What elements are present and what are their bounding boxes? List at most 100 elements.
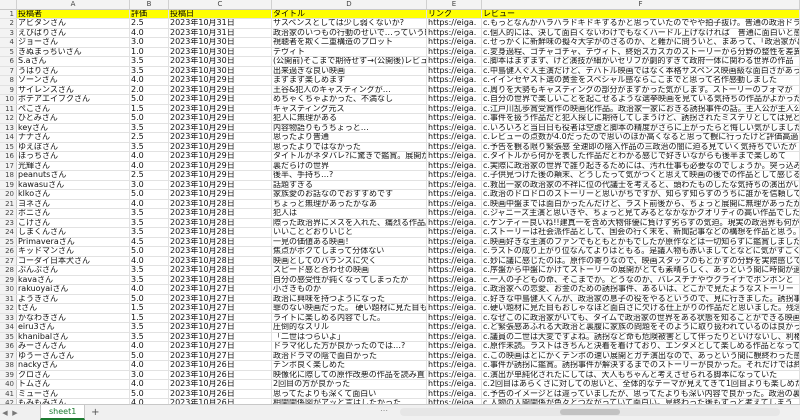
table-cell[interactable]: 思ったより普通 bbox=[271, 132, 427, 143]
table-cell[interactable]: 2023年10月29日 bbox=[168, 94, 272, 105]
table-cell[interactable]: 3.5 bbox=[129, 142, 169, 152]
row-number[interactable]: 14 bbox=[0, 132, 17, 143]
table-cell[interactable]: 2023年10月27日 bbox=[168, 341, 272, 352]
table-cell[interactable]: 3.0 bbox=[129, 370, 169, 380]
table-cell[interactable]: 2023年10月28日 bbox=[168, 199, 272, 209]
table-cell[interactable]: https://eiga. bbox=[426, 379, 482, 390]
table-cell[interactable]: 家族愛のお話なのでおすすめです bbox=[271, 189, 427, 200]
table-cell[interactable]: 2023年10月26日 bbox=[168, 379, 272, 390]
table-cell[interactable]: 政治家のいつもの行動のせいで…っていう映画 bbox=[271, 28, 427, 38]
table-cell[interactable]: c.ジャニーズ主演と思いきや、ちょっと見てみるとなかなかクオリティの高い作品でし… bbox=[481, 208, 800, 219]
row-number[interactable]: 10 bbox=[0, 94, 17, 105]
table-cell[interactable]: https://eiga. bbox=[426, 37, 482, 48]
table-cell[interactable]: c.一人の子どもの命、そこまでか。どうなのか、バレスチナやウクライナでボンボンと bbox=[481, 275, 800, 285]
column-header-c[interactable]: C bbox=[168, 0, 272, 10]
table-cell[interactable]: 2023年10月30日 bbox=[168, 37, 272, 48]
table-cell[interactable]: eiru3さん bbox=[16, 322, 130, 333]
table-cell[interactable]: ドラマ化した方が良かったのでは…? bbox=[271, 341, 427, 352]
table-cell[interactable]: テンポ良く楽しめた bbox=[271, 360, 427, 371]
sheet-tab-sheet1[interactable]: sheet1 bbox=[40, 405, 86, 420]
row-number[interactable]: 8 bbox=[0, 75, 17, 86]
table-cell[interactable]: ジョーさん bbox=[16, 37, 130, 48]
table-cell[interactable]: c.ケンティー良いね!!建真一を含め大物俳優に負けず劣らずの気迫。現実の政治界も… bbox=[481, 218, 800, 228]
table-cell[interactable]: c.変身過程、ゴチャゴチャ、テヴィト、終始スカスカのストーリーから分野の整性を差… bbox=[481, 47, 800, 57]
horizontal-scrollbar[interactable] bbox=[400, 408, 780, 416]
table-cell[interactable]: c.ラストの成り上がり位なんてよりはともる。是議人物も赤いましてとなどに気がすご… bbox=[481, 246, 800, 257]
table-cell[interactable]: 5.0 bbox=[129, 246, 169, 257]
table-cell[interactable]: 2023年10月27日 bbox=[168, 313, 272, 323]
table-cell[interactable]: 3.5 bbox=[129, 123, 169, 133]
column-header-b[interactable]: B bbox=[129, 0, 169, 10]
table-cell[interactable]: klkoさん bbox=[16, 189, 130, 200]
table-cell[interactable]: https://eiga. bbox=[426, 294, 482, 304]
table-cell[interactable]: ちょっと無理があったかなあ bbox=[271, 199, 427, 209]
table-cell[interactable]: 2023年10月29日 bbox=[168, 189, 272, 200]
header-cell[interactable]: 評価 bbox=[129, 9, 169, 19]
table-cell[interactable]: c.好きな中島健人くんが、政治家の息子の役をやるというので、見に行きました。誘拐… bbox=[481, 294, 800, 304]
table-cell[interactable]: サイレンスさん bbox=[16, 85, 130, 95]
row-number[interactable]: 40 bbox=[0, 379, 17, 390]
column-header-a[interactable]: A bbox=[16, 0, 130, 10]
table-cell[interactable]: c.映画好きな主演のファンでもともとかもでしたが原作などは一切知らずに鑑賞しまし… bbox=[481, 237, 800, 247]
row-number[interactable]: 3 bbox=[0, 28, 17, 38]
table-cell[interactable]: ゆえぽさん bbox=[16, 142, 130, 152]
table-cell[interactable]: c.2回目はあらくさに対しての思いと、全体的なテーマが見えてきて1回目よりも楽し… bbox=[481, 379, 800, 390]
row-number[interactable]: 4 bbox=[0, 37, 17, 48]
row-number[interactable]: 41 bbox=[0, 389, 17, 399]
table-cell[interactable]: c.議員の二世は大変ですよね。誘拐など命も危険被害として伴ったりといけないし、利… bbox=[481, 332, 800, 342]
table-cell[interactable]: 4.0 bbox=[129, 199, 169, 209]
add-sheet-icon[interactable]: + bbox=[89, 407, 101, 419]
table-cell[interactable]: 2023年10月30日 bbox=[168, 47, 272, 57]
table-cell[interactable]: 3.5 bbox=[129, 66, 169, 76]
table-cell[interactable]: 4.0 bbox=[129, 379, 169, 390]
table-cell[interactable]: 5.0 bbox=[129, 389, 169, 399]
header-cell[interactable]: 投稿日 bbox=[168, 9, 272, 19]
table-cell[interactable]: https://eiga. bbox=[426, 123, 482, 133]
table-cell[interactable]: ゆうーさんさん bbox=[16, 351, 130, 361]
row-number[interactable]: 13 bbox=[0, 123, 17, 133]
table-cell[interactable]: 4.0 bbox=[129, 151, 169, 162]
table-cell[interactable]: 2023年10月28日 bbox=[168, 218, 272, 228]
next-sheet-icon[interactable]: ▶ bbox=[10, 407, 20, 419]
table-cell[interactable]: 2.5 bbox=[129, 132, 169, 143]
table-cell[interactable]: c.いろいろと当日日も役者は空虚と脚本の精度がさらに上がったらと悔しい気がしまし… bbox=[481, 123, 800, 133]
table-cell[interactable]: c.タイトルから何かを表した作品だとわかる感じで好きいながらも後半まで楽しめて bbox=[481, 151, 800, 162]
table-cell[interactable]: 2023年10月26日 bbox=[168, 360, 272, 371]
row-number[interactable]: 38 bbox=[0, 360, 17, 371]
header-cell[interactable]: タイトル bbox=[271, 9, 427, 19]
table-cell[interactable]: トムさん bbox=[16, 379, 130, 390]
table-cell[interactable]: 2.5 bbox=[129, 170, 169, 181]
header-cell[interactable]: 投稿者 bbox=[16, 9, 130, 19]
table-cell[interactable]: c.この映画はとにかくテンポの速い展開とガチ演出なので、あっという間に観終わった… bbox=[481, 351, 800, 361]
table-cell[interactable]: 2023年10月28日 bbox=[168, 227, 272, 238]
table-cell[interactable]: c.なぜこのに政治家がいても、タイムで政治家の世界をある状態を知ることができる映… bbox=[481, 313, 800, 323]
table-cell[interactable]: ライトに楽しめる内容でした。 bbox=[271, 313, 427, 323]
table-cell[interactable]: 2023年10月28日 bbox=[168, 256, 272, 266]
table-cell[interactable]: タイトルがネタバレ?に驚きで鑑賞。展開が早く、政 bbox=[271, 151, 427, 162]
table-cell[interactable]: 3.5 bbox=[129, 275, 169, 285]
table-cell[interactable]: ナナさん bbox=[16, 132, 130, 143]
table-cell[interactable]: c.江戸川乱歩賞受賞作の映画化作品。政治家一家におきる誘拐事件の話。主人公が主人… bbox=[481, 104, 800, 114]
table-cell[interactable]: c.レビューの点数が4.0だったので思いのほか高くなると思って観に行ったけど評価… bbox=[481, 132, 800, 143]
table-cell[interactable]: 2023年10月31日 bbox=[168, 18, 272, 29]
table-cell[interactable]: 映像化に際しての原作改悪の作品を読み直し中 bbox=[271, 370, 427, 380]
table-cell[interactable]: c.妙に議に感じたのは。原作の寄りなので、映画スタッフのもとかすの分野を実際感じ… bbox=[481, 256, 800, 266]
table-cell[interactable]: 5.0 bbox=[129, 351, 169, 361]
table-cell[interactable]: 「二世はつらいよ」 bbox=[271, 332, 427, 342]
table-cell[interactable]: c.原作未読。ラストはきちんと決着を着けており、エンタメとして楽しめる作品となっ… bbox=[481, 341, 800, 352]
table-cell[interactable]: 4.0 bbox=[129, 360, 169, 371]
table-cell[interactable]: S.aさん bbox=[16, 56, 130, 67]
table-cell[interactable]: keyさん bbox=[16, 123, 130, 133]
header-cell[interactable]: リンク bbox=[426, 9, 482, 19]
table-cell[interactable]: https://eiga. bbox=[426, 265, 482, 276]
table-cell[interactable]: 2023年10月27日 bbox=[168, 322, 272, 333]
table-cell[interactable]: https://eiga. bbox=[426, 341, 482, 352]
table-cell[interactable]: スピード感と合わせの映画 bbox=[271, 265, 427, 276]
table-cell[interactable]: 自分の感受性が鈍くなってしまったか bbox=[271, 275, 427, 285]
table-cell[interactable]: ひとみさん bbox=[16, 113, 130, 124]
table-cell[interactable]: peanutsさん bbox=[16, 170, 130, 181]
table-cell[interactable]: 思ってたよりも深くて面白い bbox=[271, 389, 427, 399]
table-cell[interactable]: kavaさん bbox=[16, 275, 130, 285]
table-cell[interactable]: c.予告を観る限り緊張感 全速即の陰入作品の三政治の闇に迫る見ていく気持ちでいた… bbox=[481, 142, 800, 152]
table-cell[interactable]: https://eiga. bbox=[426, 284, 482, 295]
